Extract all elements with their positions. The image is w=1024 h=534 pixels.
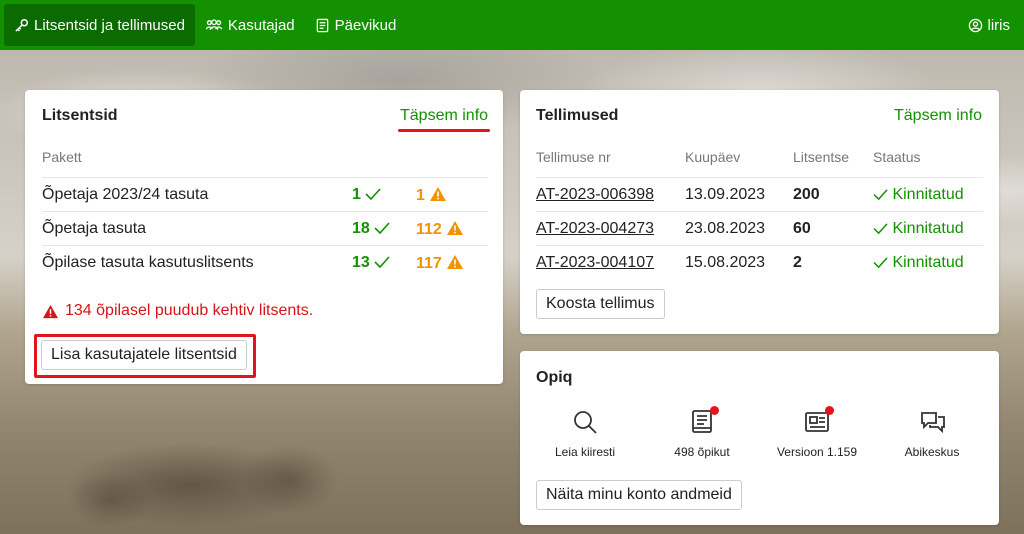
help-center-label: Abikeskus <box>904 445 960 459</box>
nav-users[interactable]: Kasutajad <box>195 4 305 46</box>
order-license-count: 200 <box>793 186 820 203</box>
orders-more-link[interactable]: Täpsem info <box>894 107 982 125</box>
notification-dot <box>710 406 719 415</box>
alert-icon <box>43 304 58 318</box>
license-ok-count: 18 <box>352 220 390 238</box>
check-icon <box>873 257 888 269</box>
nav-journals-label: Päevikud <box>334 16 397 34</box>
version-label: Versioon 1.159 <box>776 445 858 459</box>
nav-licenses-label: Litsentsid ja tellimused <box>34 16 185 34</box>
order-date: 13.09.2023 <box>685 186 766 203</box>
opiq-title: Opiq <box>536 369 573 386</box>
notification-dot <box>825 406 834 415</box>
check-icon <box>873 223 888 235</box>
order-status: Kinnitatud <box>873 186 964 204</box>
version-item[interactable]: Versioon 1.159 <box>767 406 867 459</box>
check-icon <box>365 188 381 201</box>
nav-licenses-orders[interactable]: Litsentsid ja tellimused <box>4 4 195 46</box>
quick-search-label: Leia kiiresti <box>554 445 616 459</box>
warning-icon <box>430 187 447 201</box>
orders-card: Tellimused Täpsem info Tellimuse nr Kuup… <box>520 90 999 334</box>
license-ok-count: 1 <box>352 186 381 204</box>
warning-icon <box>447 221 464 235</box>
users-icon <box>205 18 223 30</box>
license-warn-count: 1 <box>416 186 447 205</box>
column-header-order-number: Tellimuse nr <box>536 149 611 165</box>
user-circle-icon <box>968 18 982 32</box>
column-header-date: Kuupäev <box>685 149 741 165</box>
textbooks-item[interactable]: 498 õpikut <box>652 406 752 459</box>
check-icon <box>374 222 390 235</box>
order-license-count: 60 <box>793 220 811 237</box>
order-number-link[interactable]: AT-2023-004107 <box>536 254 654 272</box>
show-account-button[interactable]: Näita minu konto andmeid <box>536 480 742 510</box>
column-header-licenses: Litsentse <box>793 149 850 165</box>
license-name: Õpetaja 2023/24 tasuta <box>42 186 209 203</box>
order-status: Kinnitatud <box>873 254 964 272</box>
key-icon <box>15 18 29 32</box>
warning-icon <box>447 255 464 269</box>
help-center-item[interactable]: Abikeskus <box>882 409 982 459</box>
textbooks-label: 498 õpikut <box>674 445 730 459</box>
orders-title: Tellimused <box>536 107 619 124</box>
order-date: 23.08.2023 <box>685 220 766 237</box>
order-date: 15.08.2023 <box>685 254 766 271</box>
license-warn-count: 117 <box>416 254 464 273</box>
nav-user-label: liris <box>987 16 1011 34</box>
licenses-card: Litsentsid Täpsem info Pakett Õpetaja 20… <box>25 90 503 384</box>
nav-journals[interactable]: Päevikud <box>305 4 407 46</box>
compose-order-button[interactable]: Koosta tellimus <box>536 289 665 319</box>
license-name: Õpilase tasuta kasutuslitsents <box>42 254 254 271</box>
chat-icon <box>921 412 945 434</box>
license-name: Õpetaja tasuta <box>42 220 147 237</box>
license-warn-count: 112 <box>416 220 464 239</box>
licenses-more-link[interactable]: Täpsem info <box>397 107 491 132</box>
order-number-link[interactable]: AT-2023-004273 <box>536 220 654 238</box>
nav-users-label: Kasutajad <box>227 16 295 34</box>
check-icon <box>374 256 390 269</box>
opiq-card: Opiq Leia kiiresti 498 õpikut Versioon 1… <box>520 351 999 525</box>
check-icon <box>873 189 888 201</box>
search-icon <box>574 411 597 434</box>
column-header-package: Pakett <box>42 149 82 165</box>
licenses-title: Litsentsid <box>42 107 118 124</box>
order-status: Kinnitatud <box>873 220 964 238</box>
order-number-link[interactable]: AT-2023-006398 <box>536 186 654 204</box>
license-ok-count: 13 <box>352 254 390 272</box>
missing-license-warning: 134 õpilasel puudub kehtiv litsents. <box>42 302 313 320</box>
column-header-status: Staatus <box>873 149 921 165</box>
order-license-count: 2 <box>793 254 802 271</box>
quick-search-item[interactable]: Leia kiiresti <box>535 409 635 459</box>
add-licenses-button[interactable]: Lisa kasutajatele litsentsid <box>41 340 247 370</box>
nav-user-account[interactable]: liris <box>958 4 1021 46</box>
top-navbar: Litsentsid ja tellimused Kasutajad Päevi… <box>0 0 1024 50</box>
journal-icon <box>316 18 328 32</box>
